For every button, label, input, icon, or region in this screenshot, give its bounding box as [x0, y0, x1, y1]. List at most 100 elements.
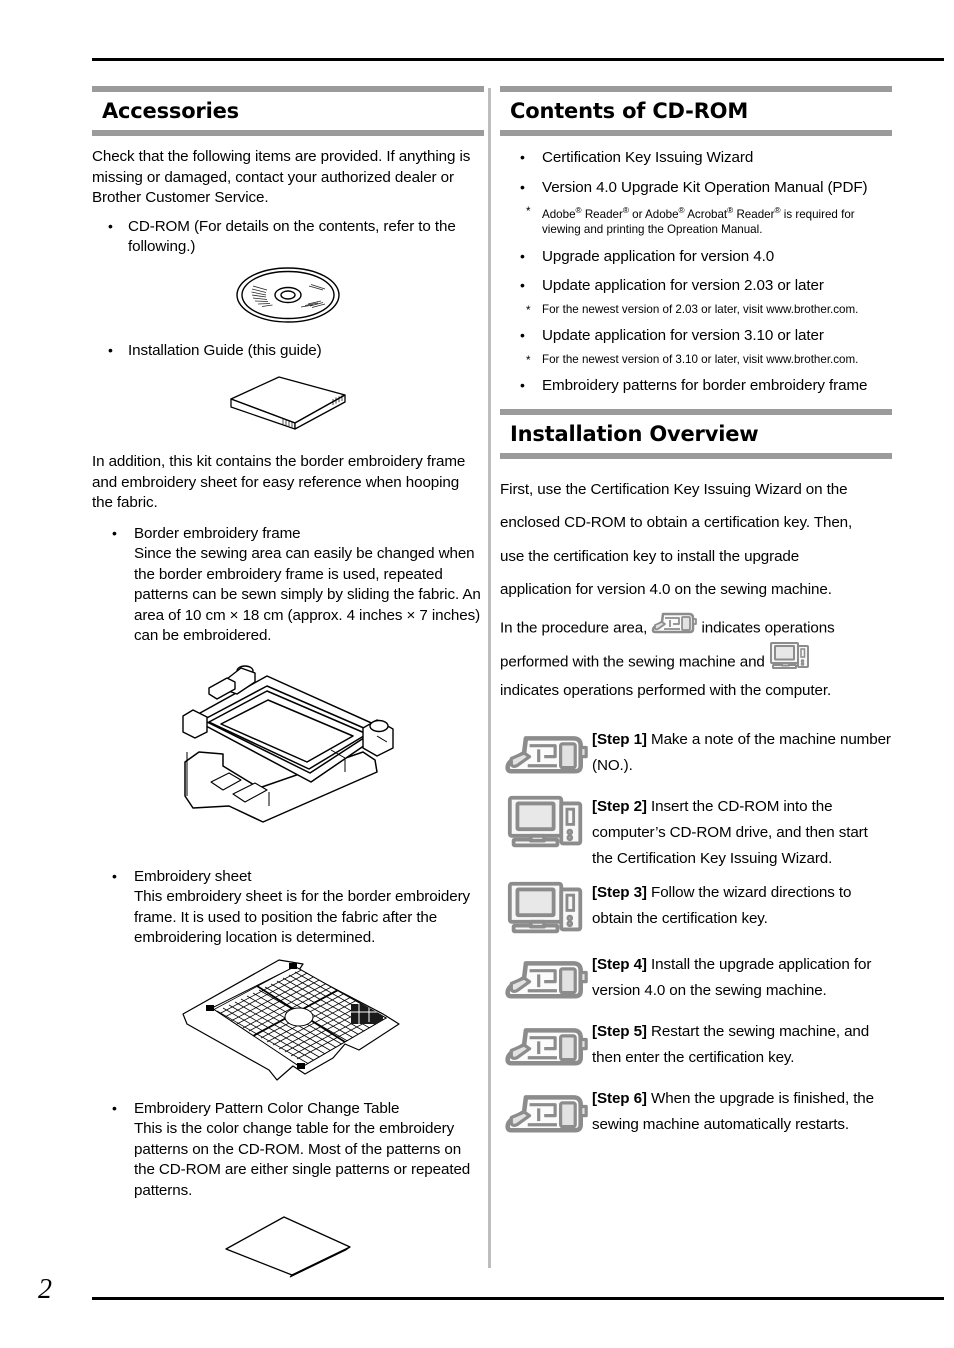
registered-mark: ® — [575, 206, 582, 215]
step-label: [Step 4] — [592, 956, 647, 974]
heading-bar-bottom — [92, 130, 484, 136]
installation-overview-paragraph: First, use the Certification Key Issuing… — [500, 473, 892, 708]
embroidery-sheet-illustration — [92, 958, 484, 1093]
note-text: Adobe — [542, 207, 576, 221]
accessories-item-list: CD-ROM (For details on the contents, ref… — [92, 216, 484, 258]
newest-version-203-note: For the newest version of 2.03 or later,… — [520, 302, 892, 318]
list-item: Certification Key Issuing Wizard — [500, 147, 892, 169]
sewing-machine-icon — [500, 1082, 592, 1145]
list-item: CD-ROM (For details on the contents, ref… — [92, 216, 484, 258]
step-row: [Step 6] When the upgrade is finished, t… — [500, 1082, 892, 1145]
installation-overview-heading: Installation Overview — [510, 421, 759, 446]
note-text: Acrobat — [687, 207, 728, 221]
registered-mark: ® — [678, 206, 685, 215]
sewing-machine-icon — [500, 723, 592, 786]
step-label: [Step 1] — [592, 731, 647, 749]
cd-rom-contents-section: Contents of CD-ROM — [500, 86, 892, 136]
heading-bar-bottom — [500, 452, 892, 459]
cd-rom-contents-list-2: Upgrade application for version 4.0 Upda… — [500, 246, 892, 297]
accessories-item-list-2: Installation Guide (this guide) — [92, 340, 484, 362]
heading-bar-bottom — [500, 130, 892, 136]
newest-version-310-note: For the newest version of 3.10 or later,… — [520, 352, 892, 368]
list-item: Embroidery Pattern Color Change Table Th… — [92, 1098, 484, 1202]
overview-line: First, use the Certification Key Issuing… — [500, 480, 848, 498]
embroidery-sheet-item: Embroidery sheet This embroidery sheet i… — [92, 866, 484, 949]
step-label: [Step 3] — [592, 884, 647, 902]
heading-bar-top — [500, 408, 892, 415]
accessories-second-paragraph: In addition, this kit contains the borde… — [92, 453, 466, 511]
note-text: Reader — [736, 207, 775, 221]
step-label: [Step 6] — [592, 1090, 647, 1108]
detail-title: Embroidery sheet — [134, 867, 252, 885]
overview-line: indicates operations performed with the … — [500, 681, 832, 699]
page-title: Accessories — [102, 99, 239, 123]
cd-rom-contents-list-4: Embroidery patterns for border embroider… — [500, 375, 892, 397]
registered-mark: ® — [774, 206, 781, 215]
installation-overview-section: Installation Overview — [500, 408, 892, 459]
registered-mark: ® — [727, 206, 734, 215]
list-item: Version 4.0 Upgrade Kit Operation Manual… — [500, 177, 892, 199]
list-item: Update application for version 3.10 or l… — [500, 325, 892, 347]
overview-line: application for version 4.0 on the sewin… — [500, 581, 832, 599]
installation-steps-list: [Step 1] Make a note of the machine numb… — [500, 723, 892, 1145]
computer-icon — [500, 790, 592, 858]
computer-icon — [769, 640, 811, 685]
registered-mark: ® — [622, 206, 629, 215]
step-text: [Step 2] Insert the CD-ROM into the comp… — [592, 790, 892, 872]
column-divider — [488, 88, 491, 1268]
overview-text: indicates operations — [701, 619, 835, 637]
detail-title: Embroidery Pattern Color Change Table — [134, 1099, 400, 1117]
list-item: Embroidery patterns for border embroider… — [500, 375, 892, 397]
border-embroidery-frame-illustration — [92, 656, 484, 861]
step-text: [Step 1] Make a note of the machine numb… — [592, 723, 892, 779]
step-label: [Step 5] — [592, 1023, 647, 1041]
cd-rom-disc-illustration — [92, 264, 484, 331]
step-text: [Step 5] Restart the sewing machine, and… — [592, 1015, 892, 1071]
step-text: [Step 6] When the upgrade is finished, t… — [592, 1082, 892, 1138]
cd-rom-contents-list: Certification Key Issuing Wizard Version… — [500, 147, 892, 199]
installation-guide-booklet-illustration — [92, 371, 484, 438]
heading-bar-top — [92, 86, 484, 92]
step-text: [Step 3] Follow the wizard directions to… — [592, 876, 892, 932]
detail-title: Border embroidery frame — [134, 524, 301, 542]
overview-text: performed with the sewing machine and — [500, 653, 765, 671]
overview-text: In the procedure area, — [500, 619, 648, 637]
overview-line-with-machine-icon: In the procedure area, indicates operati… — [500, 607, 892, 641]
cd-rom-heading: Contents of CD-ROM — [510, 99, 749, 123]
step-label: [Step 2] — [592, 798, 647, 816]
footer-horizontal-rule — [92, 1297, 944, 1300]
step-row: [Step 3] Follow the wizard directions to… — [500, 876, 892, 944]
cd-rom-contents-list-3: Update application for version 3.10 or l… — [500, 325, 892, 347]
step-text: [Step 4] Install the upgrade application… — [592, 948, 892, 1004]
list-item: Upgrade application for version 4.0 — [500, 246, 892, 268]
top-horizontal-rule — [92, 58, 944, 61]
note-text: or Adobe — [632, 207, 679, 221]
overview-line: use the certification key to install the… — [500, 547, 800, 565]
note-text: Reader — [584, 207, 623, 221]
right-column: Contents of CD-ROM Certification Key Iss… — [500, 86, 892, 1149]
page-number: 2 — [38, 1274, 52, 1305]
border-frame-item: Border embroidery frame Since the sewing… — [92, 523, 484, 647]
color-change-table-item: Embroidery Pattern Color Change Table Th… — [92, 1098, 484, 1202]
adobe-reader-note: Adobe® Reader® or Adobe® Acrobat® Reader… — [520, 203, 892, 238]
sewing-machine-icon — [500, 948, 592, 1011]
sewing-machine-icon — [651, 607, 698, 650]
left-column: Accessories Check that the following ite… — [92, 86, 484, 1284]
document-page: Accessories Check that the following ite… — [0, 0, 954, 1348]
detail-body: Since the sewing area can easily be chan… — [134, 545, 481, 644]
step-row: [Step 1] Make a note of the machine numb… — [500, 723, 892, 786]
list-item: Installation Guide (this guide) — [92, 340, 484, 362]
color-change-table-sheet-illustration — [92, 1213, 484, 1284]
accessories-section: Accessories — [92, 86, 484, 136]
step-row: [Step 5] Restart the sewing machine, and… — [500, 1015, 892, 1078]
step-row: [Step 4] Install the upgrade application… — [500, 948, 892, 1011]
detail-body: This embroidery sheet is for the border … — [134, 888, 471, 946]
list-item: Update application for version 2.03 or l… — [500, 275, 892, 297]
sewing-machine-icon — [500, 1015, 592, 1078]
step-row: [Step 2] Insert the CD-ROM into the comp… — [500, 790, 892, 872]
list-item: Border embroidery frame Since the sewing… — [92, 523, 484, 647]
overview-line: enclosed CD-ROM to obtain a certificatio… — [500, 514, 853, 532]
list-item: Embroidery sheet This embroidery sheet i… — [92, 866, 484, 949]
detail-body: This is the color change table for the e… — [134, 1120, 471, 1199]
computer-icon — [500, 876, 592, 944]
